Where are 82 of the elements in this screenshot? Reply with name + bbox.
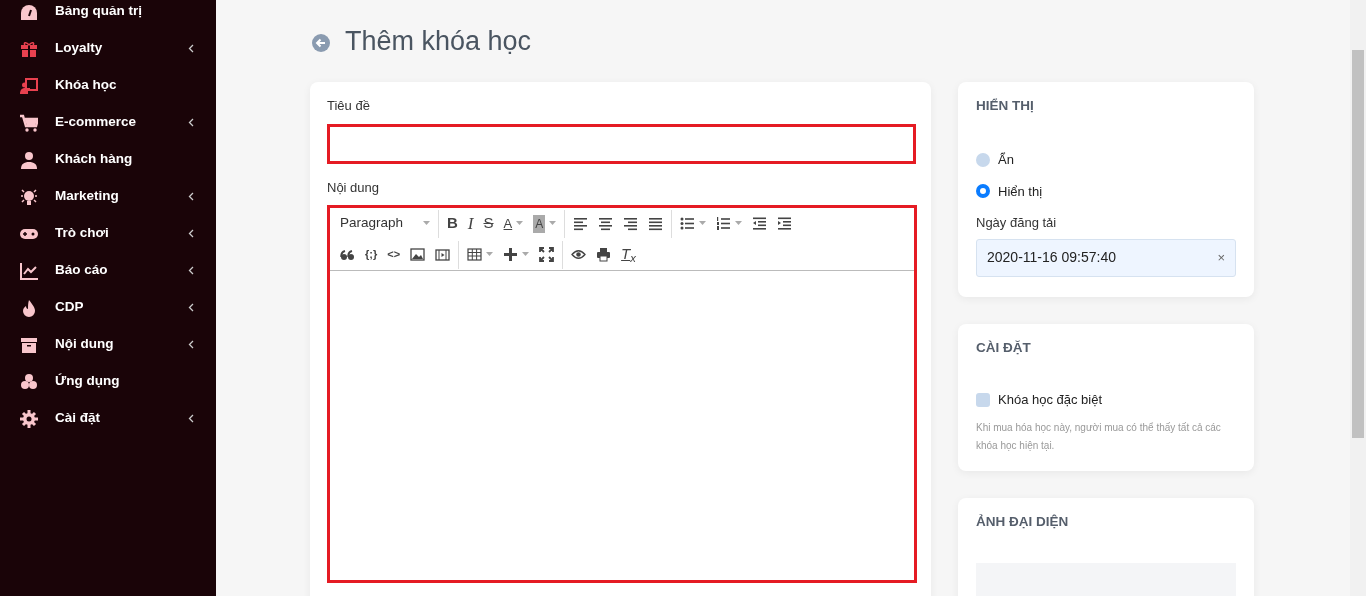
chevron-icon <box>188 192 194 201</box>
teacher-icon <box>20 76 38 95</box>
bold-button[interactable]: B <box>442 210 463 237</box>
caret-icon <box>522 252 530 257</box>
caret-icon <box>486 252 494 257</box>
sidebar-item[interactable]: CDP <box>0 289 216 326</box>
radio-label: Ẩn <box>998 151 1014 170</box>
sidebar-item[interactable]: Marketing <box>0 178 216 215</box>
caret-icon <box>699 221 707 226</box>
gear-icon <box>20 409 38 428</box>
chevron-icon <box>188 340 194 349</box>
code-button[interactable]: <> <box>382 241 406 268</box>
archive-box-icon <box>20 335 38 354</box>
section-heading: HIỂN THỊ <box>976 98 1035 115</box>
checkbox[interactable] <box>976 392 990 407</box>
chevron-icon <box>188 229 194 238</box>
caret-icon <box>516 221 524 226</box>
scrollbar[interactable] <box>1350 0 1366 596</box>
chevron-icon <box>188 118 194 127</box>
eye-icon <box>571 247 587 262</box>
table-icon <box>467 247 483 262</box>
code-button[interactable]: {;} <box>360 241 383 268</box>
sidebar-item[interactable]: Bảng quản trị <box>0 0 216 30</box>
image-icon <box>410 247 426 262</box>
rich-text-editor[interactable]: Paragraph B I S A A {;} <> T$_{x}$ <box>327 205 917 583</box>
cart-icon <box>20 113 38 132</box>
title-input[interactable] <box>327 123 916 164</box>
italic-button[interactable]: I <box>462 210 479 237</box>
indent-icon <box>777 216 793 231</box>
clear-button[interactable]: × <box>1217 247 1225 268</box>
sidebar-item[interactable]: Khóa học <box>0 67 216 104</box>
clear-format-button[interactable]: T$_{x}$ <box>616 241 641 268</box>
sidebar-item[interactable]: E-commerce <box>0 104 216 141</box>
page-title: Thêm khóa học <box>345 24 532 58</box>
sidebar-item[interactable]: Nội dung <box>0 326 216 363</box>
radio-label: Hiển thị <box>998 182 1043 201</box>
radio-button[interactable] <box>976 184 990 199</box>
caret-icon <box>735 221 743 226</box>
chevron-icon <box>188 303 194 312</box>
lightbulb-icon <box>20 187 38 206</box>
field-label: Nội dung <box>327 178 381 197</box>
chevron-icon <box>188 44 194 53</box>
chevron-icon <box>188 266 194 275</box>
flame-icon <box>20 298 38 317</box>
bulleted-list-icon <box>680 216 696 231</box>
justify-icon <box>648 216 664 231</box>
field-label: Ngày đăng tải <box>976 214 1058 233</box>
strikethrough-button[interactable]: S <box>478 210 499 237</box>
date-field[interactable]: 2020-11-16 09:57:40 × <box>976 238 1236 277</box>
fullscreen-icon <box>539 247 555 262</box>
outdent-icon <box>752 216 768 231</box>
quote-icon <box>340 247 355 262</box>
numbered-list-icon <box>716 216 732 231</box>
film-icon <box>435 247 451 262</box>
radio-button[interactable] <box>976 152 990 167</box>
date-value: 2020-11-16 09:57:40 <box>987 248 1117 268</box>
format-dropdown[interactable]: Paragraph <box>335 210 435 237</box>
section-heading: CÀI ĐẶT <box>976 340 1032 357</box>
gift-icon <box>20 39 38 58</box>
sidebar-item[interactable]: Báo cáo <box>0 252 216 289</box>
help-text: Khi mua hóa học này, người mua có thể thấy tất cả các khóa học hiện tại. <box>976 420 1222 453</box>
chevron-icon <box>188 414 194 423</box>
user-icon <box>20 150 38 169</box>
align-left-icon <box>573 216 589 231</box>
caret-icon <box>423 221 430 226</box>
sidebar-item[interactable]: Ứng dụng <box>0 363 216 400</box>
caret-icon <box>549 221 557 226</box>
plus-icon <box>503 247 519 262</box>
sidebar-item[interactable]: Cài đặt <box>0 400 216 437</box>
highlight-button[interactable]: A <box>528 210 562 237</box>
text-color-button[interactable]: A <box>498 210 529 237</box>
sidebar-item[interactable]: Loyalty <box>0 30 216 67</box>
sidebar-item[interactable]: Trò chơi <box>0 215 216 252</box>
sidebar-item[interactable]: Khách hàng <box>0 141 216 178</box>
back-icon[interactable] <box>312 34 330 52</box>
line-chart-icon <box>20 261 38 280</box>
printer-icon <box>596 247 612 262</box>
checkbox-label: Khóa học đặc biệt <box>998 391 1103 410</box>
section-heading: ẢNH ĐẠI DIỆN <box>976 514 1070 531</box>
align-right-icon <box>623 216 639 231</box>
align-center-icon <box>598 216 614 231</box>
field-label: Tiêu đề <box>327 97 371 115</box>
